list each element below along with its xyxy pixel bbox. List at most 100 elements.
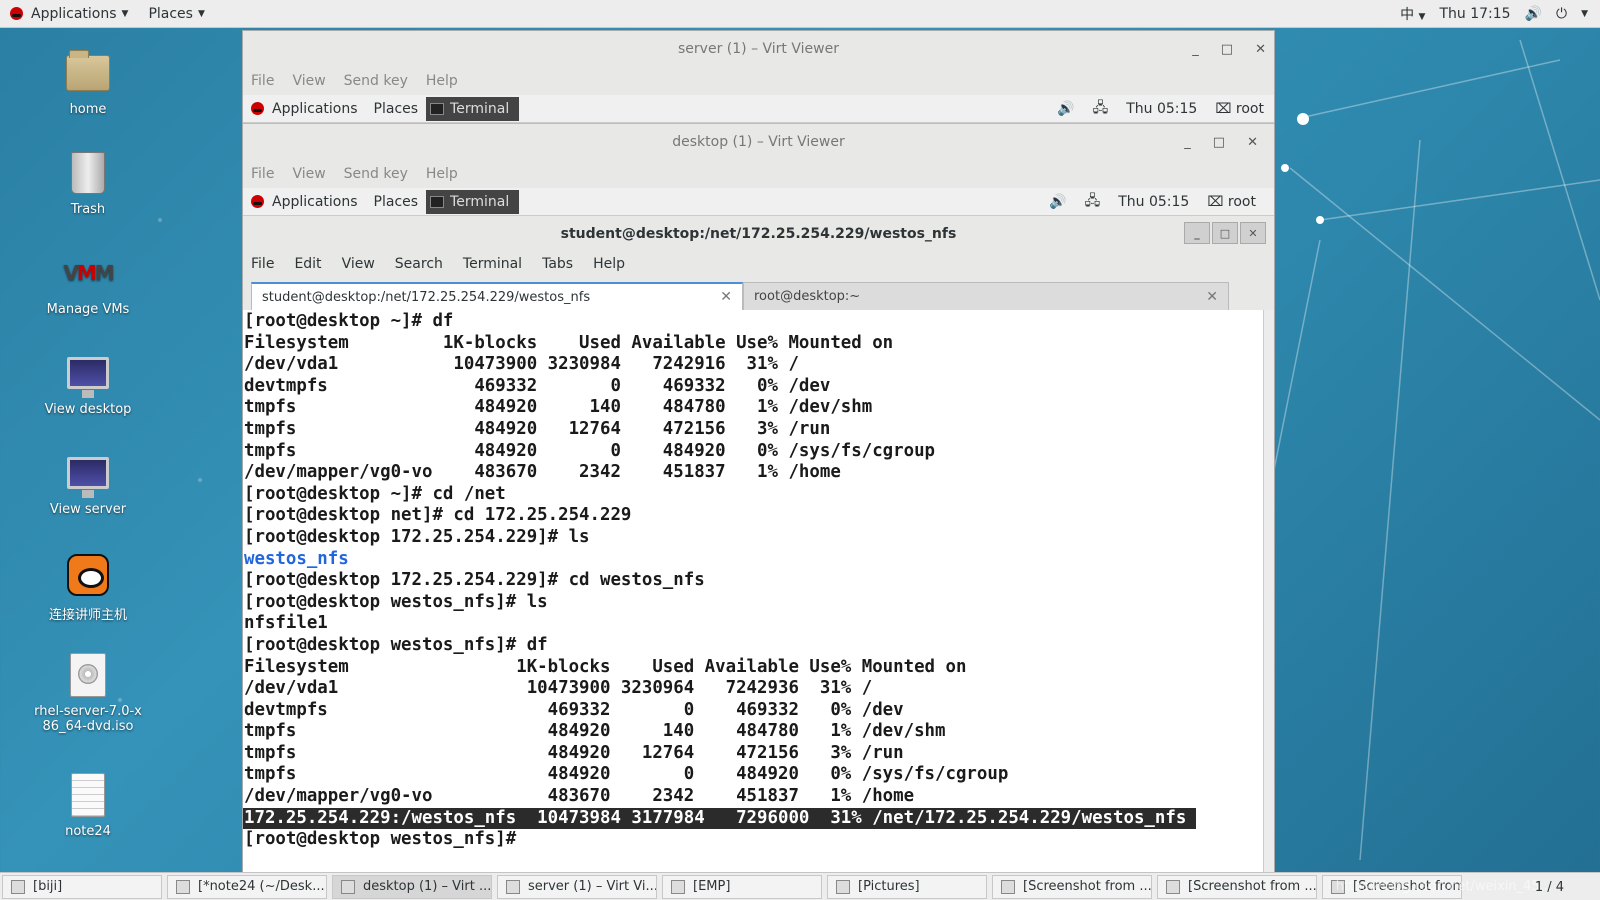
task-screenshot-1[interactable]: [Screenshot from ...: [992, 874, 1152, 899]
close-icon[interactable]: ✕: [1206, 289, 1218, 305]
terminal-row: Filesystem 1K-blocks Used Available Use%…: [243, 657, 1263, 679]
menu-file[interactable]: File: [251, 166, 274, 182]
terminal-titlebar[interactable]: student@desktop:/net/172.25.254.229/west…: [243, 218, 1274, 250]
terminal-line: tmpfs 484920 0 484920 0% /sys/fs/cgroup: [244, 440, 936, 461]
network-icon[interactable]: 🖧: [1093, 97, 1109, 121]
folder-icon: [836, 879, 850, 894]
menu-view[interactable]: View: [292, 166, 325, 182]
redhat-icon: [251, 102, 264, 115]
menu-send-key[interactable]: Send key: [344, 73, 408, 89]
menu-file[interactable]: File: [251, 256, 274, 272]
desktop-viewer-menubar: File View Send key Help: [243, 160, 1274, 188]
guest-clock[interactable]: Thu 05:15: [1118, 194, 1189, 210]
guest-applications-menu[interactable]: Applications: [243, 95, 366, 123]
places-menu[interactable]: Places ▼: [138, 0, 214, 28]
terminal-row: tmpfs 484920 12764 472156 3% /run: [243, 743, 1263, 765]
menu-search[interactable]: Search: [395, 256, 443, 272]
guest-user-menu[interactable]: ⌧ root: [1215, 101, 1264, 117]
volume-icon[interactable]: 🔊: [1525, 6, 1542, 22]
maximize-button[interactable]: □: [1221, 42, 1233, 57]
clock[interactable]: Thu 17:15: [1439, 6, 1510, 22]
close-icon[interactable]: ✕: [720, 289, 732, 305]
tab-student-nfs[interactable]: student@desktop:/net/172.25.254.229/west…: [251, 282, 743, 310]
terminal-line: [root@desktop ~]# cd /net: [244, 483, 506, 504]
maximize-button[interactable]: □: [1213, 135, 1225, 150]
minimize-button[interactable]: _: [1184, 135, 1191, 150]
applications-menu[interactable]: Applications ▼: [0, 0, 138, 28]
maximize-button[interactable]: □: [1212, 222, 1238, 244]
tab-root-home[interactable]: root@desktop:~ ✕: [743, 282, 1229, 310]
volume-icon[interactable]: 🔊: [1057, 101, 1074, 117]
task-note24[interactable]: [*note24 (~/Desk...: [167, 874, 327, 899]
menu-edit[interactable]: Edit: [294, 256, 321, 272]
monitor-icon: [506, 879, 520, 894]
menu-file[interactable]: File: [251, 73, 274, 89]
guest-applications-menu[interactable]: Applications: [243, 188, 366, 216]
close-button[interactable]: ✕: [1255, 42, 1266, 57]
desktop-icon-view-server[interactable]: View server: [30, 450, 146, 517]
folder-icon: [671, 879, 685, 894]
task-emp[interactable]: [EMP]: [662, 874, 822, 899]
guest-clock[interactable]: Thu 05:15: [1126, 101, 1197, 117]
terminal-row: /dev/mapper/vg0-vo 483670 2342 451837 1%…: [243, 462, 1263, 484]
terminal-line: /dev/vda1 10473900 3230984 7242916 31% /: [244, 354, 799, 375]
terminal-scrollbar[interactable]: [1263, 310, 1274, 872]
terminal-line: tmpfs 484920 12764 472156 3% /run: [244, 418, 831, 439]
desktop-icon-label: note24: [65, 824, 111, 839]
bottom-taskbar: [biji] [*note24 (~/Desk... desktop (1) –…: [0, 872, 1600, 900]
network-icon[interactable]: 🖧: [1085, 190, 1101, 214]
menu-view[interactable]: View: [342, 256, 375, 272]
server-viewer-titlebar[interactable]: server (1) – Virt Viewer _ □ ✕: [243, 31, 1274, 67]
window-icon: [11, 879, 25, 894]
close-button[interactable]: ✕: [1247, 135, 1258, 150]
volume-icon[interactable]: 🔊: [1049, 194, 1066, 210]
terminal-line: [root@desktop westos_nfs]#: [244, 829, 527, 850]
close-button[interactable]: ✕: [1240, 222, 1266, 244]
terminal-row: tmpfs 484920 140 484780 1% /dev/shm: [243, 397, 1263, 419]
desktop-icon-note24[interactable]: note24: [30, 772, 146, 839]
desktop-icon-home[interactable]: home: [30, 50, 146, 117]
menu-help[interactable]: Help: [593, 256, 625, 272]
desktop-viewer-titlebar[interactable]: desktop (1) – Virt Viewer _ □ ✕: [243, 124, 1274, 160]
task-biji[interactable]: [biji]: [2, 874, 162, 899]
menu-view[interactable]: View: [292, 73, 325, 89]
guest-places-menu[interactable]: Places: [366, 95, 427, 123]
task-pictures[interactable]: [Pictures]: [827, 874, 987, 899]
terminal-row: tmpfs 484920 12764 472156 3% /run: [243, 419, 1263, 441]
menu-help[interactable]: Help: [426, 73, 458, 89]
chevron-down-icon: ▼: [121, 8, 129, 19]
watermark: https://blog.csdn.net/weixin_45...: [1335, 879, 1552, 894]
user-icon: ⌧: [1215, 101, 1232, 117]
desktop-icon-view-desktop[interactable]: View desktop: [30, 350, 146, 417]
workspace-pager[interactable]: 1 / 4: [1535, 873, 1564, 900]
guest-places-menu[interactable]: Places: [366, 188, 427, 216]
desktop-icon-iso[interactable]: rhel-server-7.0-x86_64-dvd.iso: [30, 652, 146, 734]
terminal-output[interactable]: [root@desktop ~]# df Filesystem 1K-blocks…: [243, 310, 1263, 872]
guest-terminal-task[interactable]: Terminal: [426, 96, 520, 121]
menu-help[interactable]: Help: [426, 166, 458, 182]
user-icon: ⌧: [1207, 194, 1224, 210]
desktop-icon-manage-vms[interactable]: VMM Manage VMs: [30, 250, 146, 317]
window-title: server (1) – Virt Viewer: [678, 41, 839, 57]
menu-send-key[interactable]: Send key: [344, 166, 408, 182]
task-server-viewer[interactable]: server (1) – Virt Vi...: [497, 874, 657, 899]
desktop-icon-trash[interactable]: Trash: [30, 150, 146, 217]
top-panel-status: 中 ▼ Thu 17:15 🔊 ⏻ ▼: [1400, 0, 1588, 28]
chevron-down-icon[interactable]: ▼: [1581, 9, 1588, 19]
trash-icon: [65, 150, 111, 196]
menu-terminal[interactable]: Terminal: [463, 256, 522, 272]
power-icon[interactable]: ⏻: [1556, 6, 1567, 22]
terminal-line: /dev/mapper/vg0-vo 483670 2342 451837 1%…: [244, 786, 915, 807]
minimize-button[interactable]: _: [1192, 42, 1199, 57]
guest-user-menu[interactable]: ⌧ root: [1207, 194, 1256, 210]
minimize-button[interactable]: _: [1184, 222, 1210, 244]
guest-terminal-task[interactable]: Terminal: [426, 189, 520, 214]
task-screenshot-2[interactable]: [Screenshot from ...: [1157, 874, 1317, 899]
menu-tabs[interactable]: Tabs: [542, 256, 573, 272]
chevron-down-icon: ▼: [1418, 12, 1426, 22]
desktop-icon-connect-teacher[interactable]: 连接讲师主机: [30, 552, 146, 623]
task-desktop-viewer[interactable]: desktop (1) – Virt ...: [332, 874, 492, 899]
terminal-line: /dev/vda1 10473900 3230964 7242936 31% /: [244, 678, 873, 699]
desktop-icon-label: 连接讲师主机: [48, 608, 127, 623]
input-method-indicator[interactable]: 中 ▼: [1400, 4, 1425, 24]
